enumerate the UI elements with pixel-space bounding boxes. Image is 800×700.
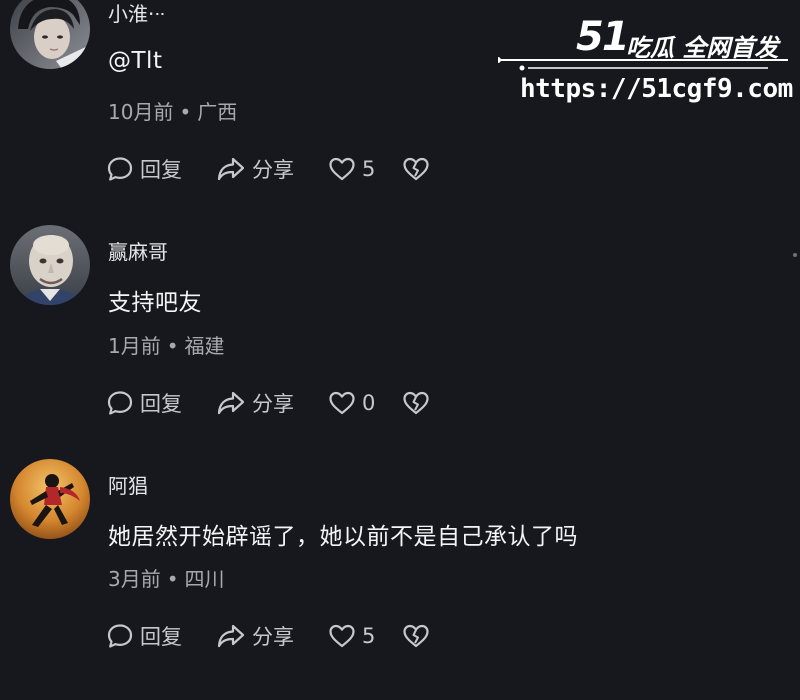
username[interactable]: 阿猖 — [108, 470, 148, 499]
like-count: 0 — [362, 391, 376, 415]
comment-text: 支持吧友 — [108, 290, 202, 316]
reply-label: 回复 — [140, 158, 182, 182]
comment-bubble-icon — [107, 624, 133, 648]
comment-location: 四川 — [184, 567, 225, 591]
comment-text: @Tlt — [108, 48, 163, 74]
dislike-button[interactable] — [402, 623, 430, 649]
heart-icon — [329, 391, 355, 415]
separator-dot: • — [166, 567, 179, 591]
reply-button[interactable]: 回复 — [106, 388, 216, 418]
watermark-url: https://51cgf9.com — [520, 74, 793, 104]
reply-label: 回复 — [140, 625, 182, 649]
share-label: 分享 — [252, 625, 294, 649]
like-count: 5 — [362, 157, 376, 181]
like-button[interactable]: 5 — [328, 623, 402, 649]
broken-heart-icon — [403, 391, 429, 415]
comment-location: 广西 — [197, 100, 238, 124]
share-button[interactable]: 分享 — [216, 388, 328, 418]
dislike-button[interactable] — [402, 156, 430, 182]
share-label: 分享 — [252, 392, 294, 416]
avatar[interactable] — [10, 0, 90, 69]
username[interactable]: 小淮·ᐧᐧ — [108, 0, 165, 27]
comment-time: 10月前 — [108, 100, 174, 124]
comment-bubble-icon — [107, 157, 133, 181]
heart-icon — [329, 624, 355, 648]
comment-actions: 回复 分享 0 — [106, 388, 430, 418]
reply-button[interactable]: 回复 — [106, 154, 216, 184]
comment-meta: 1月前 • 福建 — [108, 330, 225, 359]
comment-actions: 回复 分享 5 — [106, 154, 430, 184]
watermark-brand-number: 51 — [576, 14, 630, 60]
share-button[interactable]: 分享 — [216, 154, 328, 184]
comment-bubble-icon — [107, 391, 133, 415]
avatar[interactable] — [10, 225, 90, 305]
comment-time: 1月前 — [108, 334, 161, 358]
dislike-button[interactable] — [402, 390, 430, 416]
reply-label: 回复 — [140, 392, 182, 416]
comment-meta: 3月前 • 四川 — [108, 563, 225, 592]
like-count: 5 — [362, 624, 376, 648]
like-button[interactable]: 5 — [328, 156, 402, 182]
broken-heart-icon — [403, 157, 429, 181]
heart-icon — [329, 157, 355, 181]
separator-dot: • — [179, 100, 192, 124]
share-button[interactable]: 分享 — [216, 621, 328, 651]
watermark: 51 吃瓜 全网首发 https://51cgf9.com — [498, 8, 798, 108]
share-arrow-icon — [217, 624, 245, 648]
avatar[interactable] — [10, 459, 90, 539]
separator-dot: • — [166, 334, 179, 358]
share-arrow-icon — [217, 157, 245, 181]
username[interactable]: 赢麻哥 — [108, 236, 168, 265]
like-button[interactable]: 0 — [328, 390, 402, 416]
share-label: 分享 — [252, 158, 294, 182]
scroll-indicator-dot — [793, 253, 797, 257]
share-arrow-icon — [217, 391, 245, 415]
comment-time: 3月前 — [108, 567, 161, 591]
broken-heart-icon — [403, 624, 429, 648]
comment-actions: 回复 分享 5 — [106, 621, 430, 651]
comment-location: 福建 — [184, 334, 225, 358]
comment-meta: 10月前 • 广西 — [108, 96, 237, 125]
watermark-brand-tag: 吃瓜 全网首发 — [626, 34, 779, 62]
reply-button[interactable]: 回复 — [106, 621, 216, 651]
comment-text: 她居然开始辟谣了，她以前不是自己承认了吗 — [108, 524, 578, 550]
